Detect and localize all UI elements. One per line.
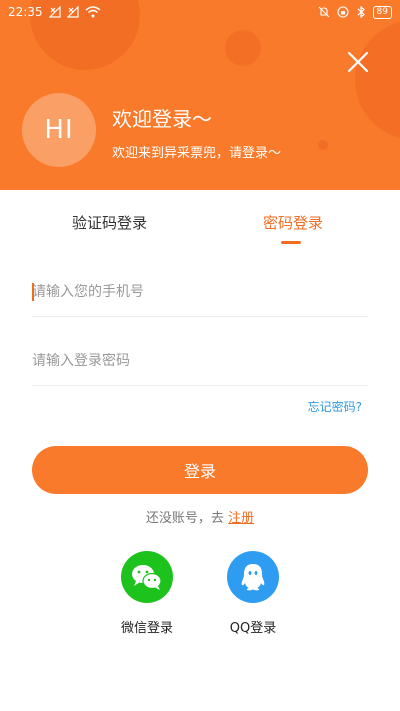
qq-login-label: QQ登录 — [229, 621, 277, 636]
status-bar: 22:35 89 — [0, 0, 400, 24]
phone-input[interactable] — [32, 283, 368, 300]
login-header: 22:35 89 HI 欢迎登录～ 欢迎来到异采票兜，请登录～ — [0, 0, 400, 190]
register-link[interactable]: 注册 — [228, 511, 254, 526]
phone-field[interactable] — [32, 267, 368, 317]
wechat-login-button[interactable]: 微信登录 — [102, 551, 192, 636]
login-button[interactable]: 登录 — [32, 446, 368, 494]
wifi-icon — [85, 6, 101, 18]
battery-indicator: 89 — [372, 5, 392, 19]
decor-bubble — [318, 140, 328, 150]
mute-bell-icon — [318, 6, 329, 18]
bluetooth-icon — [357, 6, 365, 18]
status-time: 22:35 — [8, 5, 43, 19]
close-icon — [347, 51, 369, 73]
signal-off-icon — [48, 6, 61, 18]
close-button[interactable] — [344, 48, 372, 76]
wechat-login-label: 微信登录 — [120, 621, 173, 636]
password-input[interactable] — [32, 352, 368, 369]
password-field[interactable] — [32, 336, 368, 386]
avatar-text: HI — [44, 115, 74, 145]
welcome-title: 欢迎登录～ — [112, 107, 212, 131]
lock-rotation-icon — [336, 6, 349, 18]
register-prompt: 还没账号，去 注册 — [0, 507, 400, 526]
wechat-circle[interactable] — [121, 551, 173, 603]
register-prompt-text: 还没账号，去 — [145, 511, 224, 526]
signal-off-icon — [66, 6, 79, 18]
qq-circle[interactable] — [227, 551, 279, 603]
tab-sms-login[interactable]: 验证码登录 — [72, 212, 147, 233]
qq-icon — [241, 564, 265, 591]
text-cursor — [32, 283, 34, 301]
decor-bubble — [355, 20, 400, 140]
wechat-icon — [132, 565, 162, 590]
decor-bubble — [225, 30, 261, 66]
tab-password-login[interactable]: 密码登录 — [263, 212, 323, 233]
active-tab-indicator — [281, 241, 301, 244]
avatar: HI — [22, 93, 96, 167]
forgot-password-link[interactable]: 忘记密码? — [308, 398, 362, 415]
welcome-subtitle: 欢迎来到异采票兜，请登录～ — [112, 146, 282, 161]
qq-login-button[interactable]: QQ登录 — [208, 551, 298, 636]
